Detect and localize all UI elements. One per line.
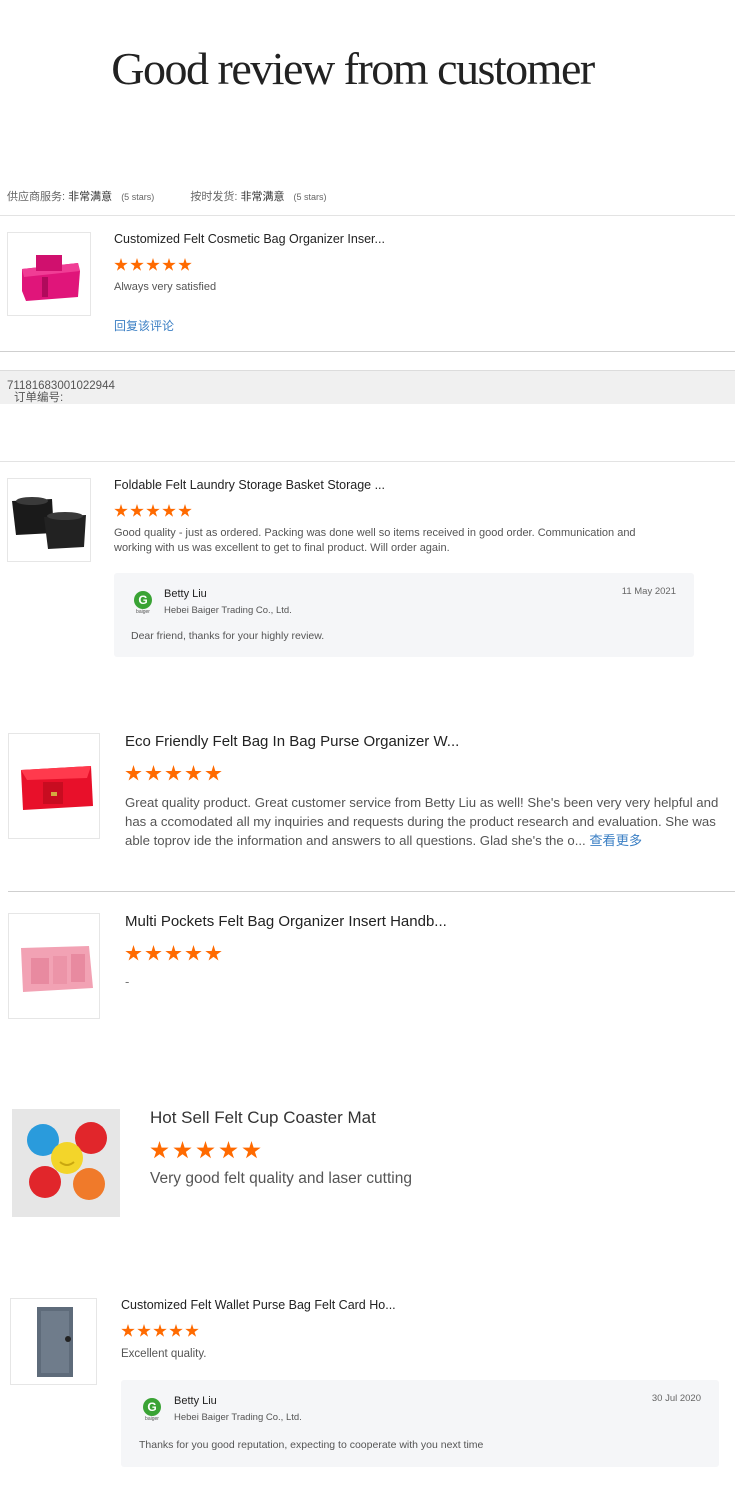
- product-name[interactable]: Eco Friendly Felt Bag In Bag Purse Organ…: [125, 733, 459, 750]
- review-text: Always very satisfied: [114, 281, 217, 293]
- divider: [0, 351, 735, 352]
- ontime-label: 按时发货:: [190, 191, 238, 203]
- star-icon: [114, 504, 128, 517]
- order-bar: 订单编号: 71181683001022944: [0, 370, 735, 404]
- divider: [0, 215, 735, 216]
- company-logo: G baiger: [143, 1398, 163, 1422]
- order-label: 订单编号:: [14, 392, 64, 404]
- company-logo: G baiger: [134, 591, 154, 615]
- reply-message: Thanks for you good reputation, expectin…: [139, 1439, 484, 1451]
- reply-message: Dear friend, thanks for your highly revi…: [131, 630, 325, 642]
- page-title: Good review from customer: [111, 43, 595, 94]
- product-thumbnail[interactable]: [10, 1298, 97, 1385]
- star-icon: [219, 1141, 238, 1159]
- product-name[interactable]: Customized Felt Wallet Purse Bag Felt Ca…: [121, 1298, 396, 1312]
- star-icon: [146, 504, 160, 517]
- seller-reply: G baiger Betty Liu Hebei Baiger Trading …: [121, 1380, 719, 1467]
- supplier-service-stars: (5 stars): [121, 192, 155, 202]
- replier-company: Hebei Baiger Trading Co., Ltd.: [174, 1412, 302, 1423]
- review-text: Excellent quality.: [121, 1348, 207, 1360]
- product-thumbnail[interactable]: [8, 913, 100, 1019]
- divider: [0, 461, 735, 462]
- supplier-service-value: 非常满意: [68, 191, 113, 203]
- replier-company: Hebei Baiger Trading Co., Ltd.: [164, 605, 292, 616]
- star-icon: [130, 258, 144, 271]
- star-rating: [125, 765, 222, 782]
- star-icon: [162, 258, 176, 271]
- star-icon: [205, 765, 222, 781]
- seller-reply: G baiger Betty Liu Hebei Baiger Trading …: [114, 573, 694, 657]
- reply-review-link[interactable]: 回复该评论: [114, 319, 174, 334]
- product-name[interactable]: Customized Felt Cosmetic Bag Organizer I…: [114, 232, 385, 246]
- supplier-service-label: 供应商服务:: [7, 191, 66, 203]
- star-icon: [114, 258, 128, 271]
- star-icon: [153, 1324, 167, 1337]
- star-icon: [178, 504, 192, 517]
- product-name[interactable]: Foldable Felt Laundry Storage Basket Sto…: [114, 478, 385, 492]
- star-icon: [121, 1324, 135, 1337]
- see-more-link[interactable]: 查看更多: [589, 833, 642, 848]
- product-thumbnail[interactable]: [7, 478, 91, 562]
- star-icon: [185, 765, 202, 781]
- replier-name: Betty Liu: [174, 1395, 217, 1407]
- star-icon: [146, 258, 160, 271]
- star-icon: [137, 1324, 151, 1337]
- star-rating: [114, 258, 192, 272]
- star-icon: [125, 765, 142, 781]
- star-icon: [178, 258, 192, 271]
- star-icon: [145, 765, 162, 781]
- star-icon: [205, 945, 222, 961]
- ontime-value: 非常满意: [240, 191, 285, 203]
- star-icon: [173, 1141, 192, 1159]
- ontime-stars: (5 stars): [293, 192, 327, 202]
- review-text: Very good felt quality and laser cutting: [150, 1170, 412, 1187]
- star-icon: [130, 504, 144, 517]
- star-icon: [165, 765, 182, 781]
- star-rating: [150, 1141, 261, 1160]
- reply-date: 30 Jul 2020: [651, 1393, 701, 1404]
- review-text: Good quality - just as ordered. Packing …: [114, 527, 636, 554]
- product-name[interactable]: Hot Sell Felt Cup Coaster Mat: [150, 1108, 376, 1128]
- product-thumbnail[interactable]: [8, 733, 100, 839]
- star-icon: [150, 1141, 169, 1159]
- star-rating: [121, 1324, 199, 1338]
- star-icon: [145, 945, 162, 961]
- review-text: -: [125, 974, 130, 989]
- replier-name: Betty Liu: [164, 588, 207, 600]
- star-icon: [169, 1324, 183, 1337]
- star-rating: [125, 945, 222, 962]
- divider: [8, 891, 735, 892]
- star-icon: [196, 1141, 215, 1159]
- star-icon: [165, 945, 182, 961]
- star-icon: [125, 945, 142, 961]
- rating-summary: 供应商服务: 非常满意 (5 stars) 按时发货: 非常满意 (5 star…: [7, 188, 327, 204]
- review-body: Great quality product. Great customer se…: [125, 793, 725, 850]
- star-rating: [114, 504, 192, 518]
- star-icon: [185, 1324, 199, 1337]
- product-thumbnail[interactable]: [12, 1109, 120, 1217]
- star-icon: [162, 504, 176, 517]
- product-thumbnail[interactable]: [7, 232, 91, 316]
- star-icon: [242, 1141, 261, 1159]
- reply-date: 11 May 2021: [621, 586, 676, 597]
- star-icon: [185, 945, 202, 961]
- product-name[interactable]: Multi Pockets Felt Bag Organizer Insert …: [125, 913, 447, 930]
